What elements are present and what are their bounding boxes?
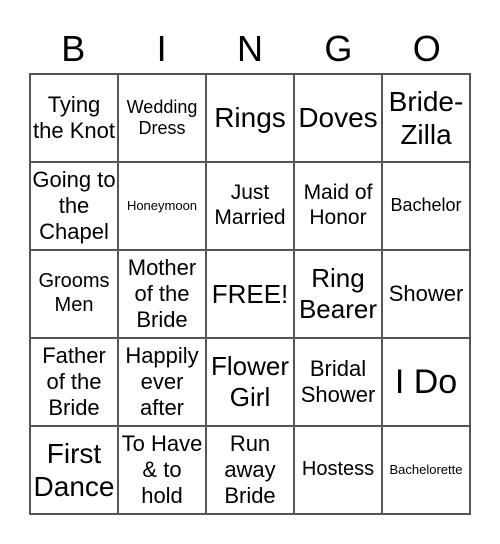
bingo-cell[interactable]: Tying the Knot: [30, 74, 118, 162]
header-letter-i: I: [156, 28, 167, 69]
bingo-cell[interactable]: Honeymoon: [118, 162, 206, 250]
bingo-cell[interactable]: Shower: [382, 250, 470, 338]
bingo-cell[interactable]: Bride-Zilla: [382, 74, 470, 162]
bingo-cell[interactable]: Maid of Honor: [294, 162, 382, 250]
bingo-cell[interactable]: Bridal Shower: [294, 338, 382, 426]
bingo-header: B I N G O: [29, 26, 471, 72]
header-letter-n: N: [236, 28, 263, 69]
bingo-cell[interactable]: Run away Bride: [206, 426, 294, 514]
bingo-cell[interactable]: Grooms Men: [30, 250, 118, 338]
header-letter-g: G: [324, 28, 353, 69]
bingo-cell[interactable]: Bachelorette: [382, 426, 470, 514]
bingo-cell[interactable]: Hostess: [294, 426, 382, 514]
bingo-cell[interactable]: Happily ever after: [118, 338, 206, 426]
bingo-cell[interactable]: Father of the Bride: [30, 338, 118, 426]
bingo-cell[interactable]: Mother of the Bride: [118, 250, 206, 338]
bingo-cell[interactable]: Just Married: [206, 162, 294, 250]
bingo-cell[interactable]: Going to the Chapel: [30, 162, 118, 250]
free-space-cell[interactable]: FREE!: [206, 250, 294, 338]
bingo-cell[interactable]: Bachelor: [382, 162, 470, 250]
header-letter-o: O: [412, 28, 441, 69]
bingo-cell[interactable]: To Have & to hold: [118, 426, 206, 514]
bingo-cell[interactable]: Doves: [294, 74, 382, 162]
bingo-cell[interactable]: Rings: [206, 74, 294, 162]
bingo-cell[interactable]: Ring Bearer: [294, 250, 382, 338]
bingo-cell[interactable]: I Do: [382, 338, 470, 426]
bingo-cell[interactable]: Wedding Dress: [118, 74, 206, 162]
header-letter-b: B: [61, 28, 86, 69]
bingo-cell[interactable]: First Dance: [30, 426, 118, 514]
bingo-grid: Tying the Knot Wedding Dress Rings Doves Bri…: [29, 73, 471, 515]
bingo-cell[interactable]: Flower Girl: [206, 338, 294, 426]
